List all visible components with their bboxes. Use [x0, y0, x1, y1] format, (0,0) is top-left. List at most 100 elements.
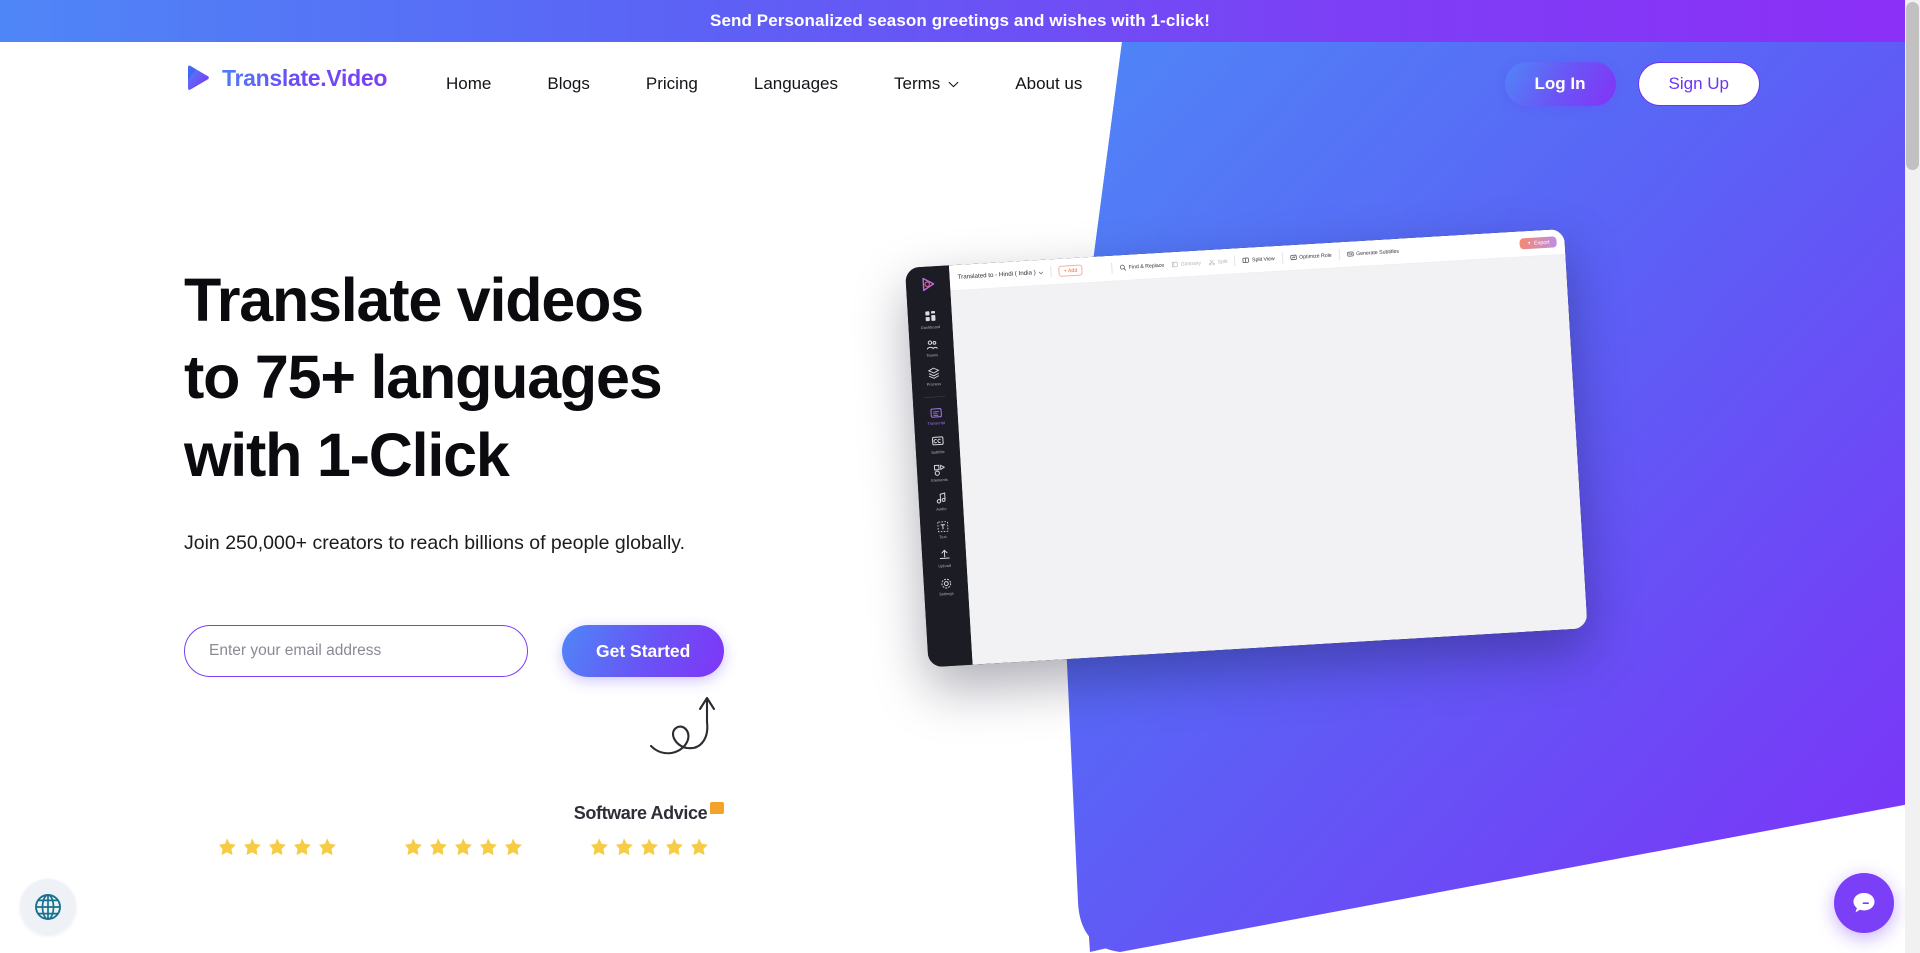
mockup-sidebar-label: Text [939, 535, 947, 540]
globe-icon [35, 894, 61, 920]
star-icon [641, 838, 658, 856]
mockup-toolbar-divider [1281, 252, 1284, 264]
curly-arrow-doodle-icon [649, 696, 716, 755]
star-rating [216, 836, 338, 858]
promo-banner[interactable]: Send Personalized season greetings and w… [0, 0, 1920, 42]
nav-item-label: Terms [894, 74, 941, 93]
chat-widget-button[interactable] [1834, 873, 1894, 933]
star-icon [219, 838, 236, 856]
brand-logo[interactable]: Translate.Video [184, 64, 387, 92]
star-icon [666, 838, 683, 856]
star-icon [430, 838, 447, 856]
get-started-button[interactable]: Get Started [562, 625, 725, 678]
mockup-split-button[interactable]: Split [1208, 258, 1228, 266]
mockup-sidebar-label: Upload [938, 563, 952, 569]
mockup-sidebar-item-upload[interactable]: Upload [921, 543, 967, 574]
elements-icon [933, 464, 945, 476]
mockup-sidebar-label: Dashboard [920, 324, 941, 330]
login-button[interactable]: Log In [1504, 62, 1616, 106]
star-rating [588, 836, 710, 858]
nav-item-label: Languages [753, 74, 838, 93]
language-globe-button[interactable] [20, 879, 76, 935]
mockup-tool-label: Optimize Role [1298, 252, 1332, 261]
mockup-add-button[interactable]: + Add [1058, 264, 1083, 277]
search-icon [1119, 264, 1127, 271]
audio-icon [936, 492, 946, 504]
star-icon [505, 838, 522, 856]
star-icon [591, 838, 608, 856]
app-mockup: Dashboard Teams Process Transcript Subti… [905, 228, 1609, 688]
mockup-sidebar-item-transcript[interactable]: Transcript [913, 401, 959, 432]
app-logo-icon [921, 277, 934, 292]
mockup-tool-label: Glossary [1180, 259, 1202, 268]
subtitles-icon [1347, 251, 1354, 257]
nav-item-label: Blogs [547, 74, 590, 93]
hero-title: Translate videos to 75+ languages with 1… [184, 262, 904, 494]
mockup-glossary-button[interactable]: Glossary [1171, 259, 1201, 268]
star-icon [405, 838, 422, 856]
mockup-sidebar-item-dashboard[interactable]: Dashboard [907, 304, 953, 335]
scrollbar-thumb[interactable] [1906, 2, 1919, 170]
mockup-sidebar-label: Audio [936, 506, 947, 512]
nav-item-about-us[interactable]: About us [987, 68, 1110, 100]
mockup-sidebar-item-elements[interactable]: Elements [916, 458, 962, 489]
star-icon [455, 838, 472, 856]
nav-item-pricing[interactable]: Pricing [618, 68, 726, 100]
nav-item-languages[interactable]: Languages [726, 68, 866, 100]
email-input[interactable] [184, 625, 528, 678]
star-icon [480, 838, 497, 856]
chevron-down-icon [948, 81, 959, 87]
main-nav: Home Blogs Pricing Languages Terms About… [418, 68, 1110, 100]
nav-item-blogs[interactable]: Blogs [519, 68, 618, 100]
mockup-export-label: Export [1533, 239, 1550, 247]
page-root: Send Personalized season greetings and w… [0, 0, 1920, 953]
rating-block-1 [184, 800, 370, 858]
star-icon [294, 838, 311, 856]
mockup-sidebar-item-teams[interactable]: Teams [909, 333, 955, 364]
mockup-split-view-button[interactable]: Split View [1242, 255, 1275, 264]
play-triangle-icon [188, 65, 209, 90]
mockup-tool-label: Split [1217, 258, 1228, 265]
star-icon [269, 838, 286, 856]
mockup-sidebar-divider [923, 395, 946, 398]
mockup-optimize-role-button[interactable]: Optimize Role [1289, 252, 1332, 261]
nav-item-terms[interactable]: Terms [866, 68, 987, 100]
mockup-sidebar-item-process[interactable]: Process [911, 361, 957, 392]
mockup-tool-label: Find & Replace [1128, 262, 1165, 271]
mockup-window: Dashboard Teams Process Transcript Subti… [905, 228, 1588, 668]
teams-icon [926, 340, 938, 350]
mockup-sidebar-item-text[interactable]: Text [920, 514, 966, 545]
mockup-toolbar-divider [1234, 255, 1236, 267]
mockup-sidebar-item-settings[interactable]: Settings [923, 571, 969, 602]
hero-title-line-1: Translate videos [184, 266, 644, 334]
rating-block-3: Software Advice [556, 800, 742, 858]
transcript-icon [929, 407, 942, 418]
mockup-canvas [950, 254, 1588, 665]
signup-button[interactable]: Sign Up [1637, 62, 1760, 106]
rating-block-2 [370, 800, 556, 858]
mockup-language-selector[interactable]: Translated to - Hindi ( India ) [957, 269, 1044, 281]
hero-title-line-3: with 1-Click [184, 420, 510, 489]
star-icon [319, 838, 336, 856]
hero-section: Translate videos to 75+ languages with 1… [184, 262, 904, 678]
nav-item-label: Home [446, 74, 492, 93]
speech-bubble-icon [710, 802, 725, 814]
site-header: Translate.Video Home Blogs Pricing Langu… [0, 42, 1920, 120]
mockup-main: Translated to - Hindi ( India ) + Add Fi… [948, 228, 1588, 665]
software-advice-label: Software Advice [573, 802, 708, 823]
nav-item-home[interactable]: Home [418, 68, 519, 100]
nav-item-label: About us [1015, 74, 1083, 93]
mockup-sidebar-label: Elements [931, 477, 949, 483]
brand-name: Translate.Video [222, 64, 388, 91]
cc-icon [931, 436, 944, 446]
mockup-toolbar-divider [1338, 249, 1340, 261]
mockup-sidebar-label: Process [926, 381, 942, 387]
mockup-generate-subtitles-button[interactable]: Generate Subtitles [1346, 248, 1399, 258]
mockup-sidebar-item-audio[interactable]: Audio [918, 486, 964, 517]
mockup-export-button[interactable]: Export [1519, 236, 1557, 250]
mockup-sidebar-label: Teams [926, 353, 939, 358]
mockup-sidebar-item-subtitle[interactable]: Subtitle [915, 429, 961, 460]
software-advice-logo: Software Advice [573, 800, 725, 826]
mockup-sidebar-label: Subtitle [931, 449, 945, 455]
mockup-find-replace-button[interactable]: Find & Replace [1119, 262, 1164, 272]
